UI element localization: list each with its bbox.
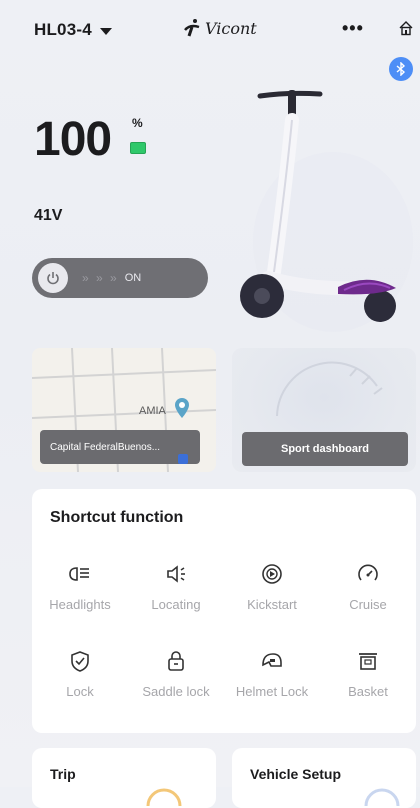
map-pin-icon [175,398,189,418]
shortcut-helmet-lock[interactable]: Helmet Lock [224,646,320,699]
shortcut-label: Saddle lock [142,684,210,699]
chevrons-right-icon: » » » [82,271,119,285]
shortcut-label: Headlights [49,597,111,612]
bluetooth-icon [396,62,406,76]
shortcut-label: Lock [66,684,94,699]
shortcut-label: Basket [348,684,388,699]
device-selector[interactable]: HL03-4 [34,20,112,40]
speedometer-icon [358,564,378,581]
battery-percentage: 100 [34,113,112,166]
headlight-icon [69,567,89,581]
vicont-logo-icon [184,19,200,37]
location-label: Capital FederalBuenos... [40,430,200,464]
shortcut-title: Shortcut function [50,509,184,526]
shortcut-label: Locating [151,597,201,612]
shortcut-saddle-lock[interactable]: Saddle lock [128,646,224,699]
shortcut-label: Kickstart [247,597,297,612]
sport-dashboard-card[interactable]: Sport dashboard [232,348,416,472]
more-menu-button[interactable]: ••• [342,18,364,39]
voltage-readout: 41V [34,207,63,224]
sport-dashboard-label: Sport dashboard [242,432,408,466]
shortcut-label: Cruise [349,597,387,612]
home-icon[interactable] [398,20,414,36]
vehicle-setup-title: Vehicle Setup [250,766,342,782]
trip-card[interactable]: Trip [32,748,216,808]
shortcut-panel: Shortcut function Headlights Locating Ki… [32,489,416,733]
shortcut-kickstart[interactable]: Kickstart [224,559,320,612]
power-state-label: ON [124,272,142,284]
helmet-icon [262,653,282,667]
bluetooth-button[interactable] [389,57,413,81]
battery-unit: % [132,116,143,130]
basket-icon [359,653,377,670]
map-marker-icon [178,454,188,464]
trip-graphic [146,788,182,806]
speaker-icon [167,565,185,583]
speedometer-graphic [276,361,383,417]
chevron-down-icon [99,27,112,35]
vehicle-setup-card[interactable]: Vehicle Setup [232,748,416,808]
brand-name: Vicont [205,18,257,38]
scooter-image [240,90,413,332]
vehicle-setup-graphic [364,788,400,806]
map-card[interactable]: AMIA Capital FederalBuenos... [32,348,216,472]
shortcut-lock[interactable]: Lock [32,646,128,699]
power-icon[interactable] [38,263,68,293]
map-place-label: AMIA [139,405,166,417]
shortcut-headlights[interactable]: Headlights [32,559,128,612]
shortcut-cruise[interactable]: Cruise [320,559,416,612]
brand-logo: Vicont [182,18,257,38]
shortcut-basket[interactable]: Basket [320,646,416,699]
shield-check-icon [71,651,89,672]
kickstart-icon [262,564,282,584]
shortcut-locating[interactable]: Locating [128,559,224,612]
device-name: HL03-4 [34,20,92,39]
power-slider[interactable]: » » » ON [32,258,208,298]
battery-icon [130,142,146,154]
trip-title: Trip [50,766,76,782]
shortcut-label: Helmet Lock [235,684,309,699]
padlock-icon [168,651,184,671]
